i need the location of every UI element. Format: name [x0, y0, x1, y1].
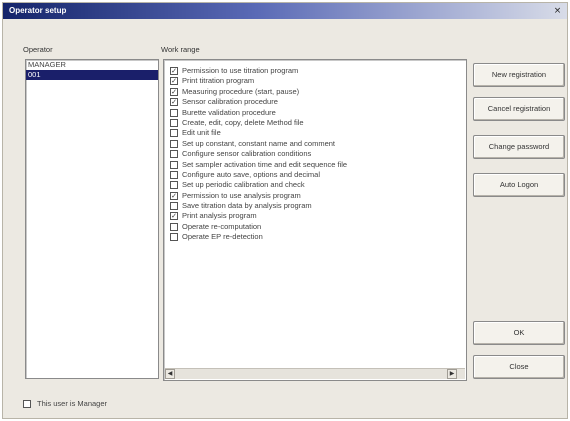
checkbox[interactable]: ✓ [170, 87, 178, 96]
checkbox[interactable] [170, 129, 178, 138]
work-range-item[interactable]: Configure auto save, options and decimal [164, 170, 466, 180]
operator-label: Operator [23, 45, 53, 54]
manager-checkbox-label: This user is Manager [37, 399, 108, 408]
work-range-item[interactable]: Operate EP re-detection [164, 232, 466, 242]
checkbox[interactable] [170, 139, 178, 148]
work-range-item[interactable]: Operate re-computation [164, 222, 466, 232]
checkbox[interactable]: ✓ [170, 212, 178, 221]
work-range-item[interactable]: Set sampler activation time and edit seq… [164, 160, 466, 170]
checkbox[interactable] [170, 202, 178, 211]
change-password-button[interactable]: Change password [473, 135, 565, 159]
work-range-item[interactable]: ✓ Sensor calibration procedure [164, 97, 466, 107]
work-range-items: ✓ Permission to use titration program ✓ Pri… [164, 66, 466, 243]
work-range-list[interactable]: ✓ Permission to use titration program ✓ Pri… [163, 59, 467, 381]
work-range-item[interactable]: Set up periodic calibration and check [164, 180, 466, 190]
work-range-item[interactable]: Edit unit file [164, 128, 466, 138]
work-range-item-label: Operate re-computation [182, 221, 262, 231]
new-registration-button[interactable]: New registration [473, 63, 565, 87]
checkbox[interactable] [170, 233, 178, 242]
work-range-item-label: Edit unit file [182, 128, 221, 138]
checkbox[interactable] [170, 150, 178, 159]
title-bar[interactable]: Operator setup × [3, 3, 567, 19]
work-range-item-label: Configure auto save, options and decimal [182, 169, 321, 179]
work-range-item-label: Create, edit, copy, delete Method file [182, 117, 304, 127]
work-range-item-label: Save titration data by analysis program [182, 201, 312, 211]
scroll-left-icon[interactable]: ◀ [165, 369, 175, 379]
work-range-item-label: Permission to use analysis program [182, 190, 301, 200]
horizontal-scrollbar[interactable]: ◀ ▶ [165, 368, 465, 379]
cancel-registration-button[interactable]: Cancel registration [473, 97, 565, 121]
work-range-item-label: Measuring procedure (start, pause) [182, 86, 300, 96]
work-range-item-label: Sensor calibration procedure [182, 97, 278, 107]
checkbox[interactable]: ✓ [170, 191, 178, 200]
checkbox[interactable] [170, 181, 178, 190]
work-range-item-label: Operate EP re-detection [182, 232, 263, 242]
checkbox[interactable] [170, 222, 178, 231]
work-range-item[interactable]: Set up constant, constant name and comme… [164, 139, 466, 149]
work-range-item-label: Set sampler activation time and edit seq… [182, 159, 348, 169]
work-range-item[interactable]: Configure sensor calibration conditions [164, 149, 466, 159]
work-range-item[interactable]: ✓ Print titration program [164, 76, 466, 86]
operator-setup-dialog: Operator setup × Operator MANAGER 001 Wo… [2, 2, 568, 419]
auto-logon-button[interactable]: Auto Logon [473, 173, 565, 197]
work-range-item[interactable]: ✓ Measuring procedure (start, pause) [164, 87, 466, 97]
work-range-item[interactable]: ✓ Permission to use analysis program [164, 191, 466, 201]
checkbox[interactable] [170, 108, 178, 117]
work-range-item[interactable]: Create, edit, copy, delete Method file [164, 118, 466, 128]
work-range-item-label: Permission to use titration program [182, 66, 299, 75]
work-range-item-label: Set up constant, constant name and comme… [182, 138, 336, 148]
operator-item-manager[interactable]: MANAGER [26, 60, 158, 70]
work-range-item-label: Print analysis program [182, 211, 257, 221]
work-range-item-label: Set up periodic calibration and check [182, 180, 305, 190]
checkbox[interactable]: ✓ [170, 77, 178, 86]
scroll-right-icon[interactable]: ▶ [447, 369, 457, 379]
ok-button[interactable]: OK [473, 321, 565, 345]
work-range-item-label: Print titration program [182, 76, 255, 86]
checkbox[interactable] [170, 160, 178, 169]
close-button[interactable]: Close [473, 355, 565, 379]
window-title: Operator setup [9, 6, 67, 15]
checkbox[interactable] [170, 118, 178, 127]
manager-checkbox[interactable] [23, 400, 31, 408]
checkbox[interactable]: ✓ [170, 98, 178, 107]
close-icon[interactable]: × [551, 5, 564, 17]
checkbox[interactable]: ✓ [170, 67, 178, 75]
work-range-item[interactable]: ✓ Print analysis program [164, 211, 466, 221]
work-range-item[interactable]: Burette validation procedure [164, 108, 466, 118]
operator-item-001[interactable]: 001 [26, 70, 158, 80]
work-range-label: Work range [161, 45, 200, 54]
checkbox[interactable] [170, 170, 178, 179]
operator-list[interactable]: MANAGER 001 [25, 59, 159, 379]
work-range-item-label: Burette validation procedure [182, 107, 276, 117]
work-range-item[interactable]: ✓ Permission to use titration program [164, 66, 466, 76]
work-range-item[interactable]: Save titration data by analysis program [164, 201, 466, 211]
work-range-item-label: Configure sensor calibration conditions [182, 149, 312, 159]
